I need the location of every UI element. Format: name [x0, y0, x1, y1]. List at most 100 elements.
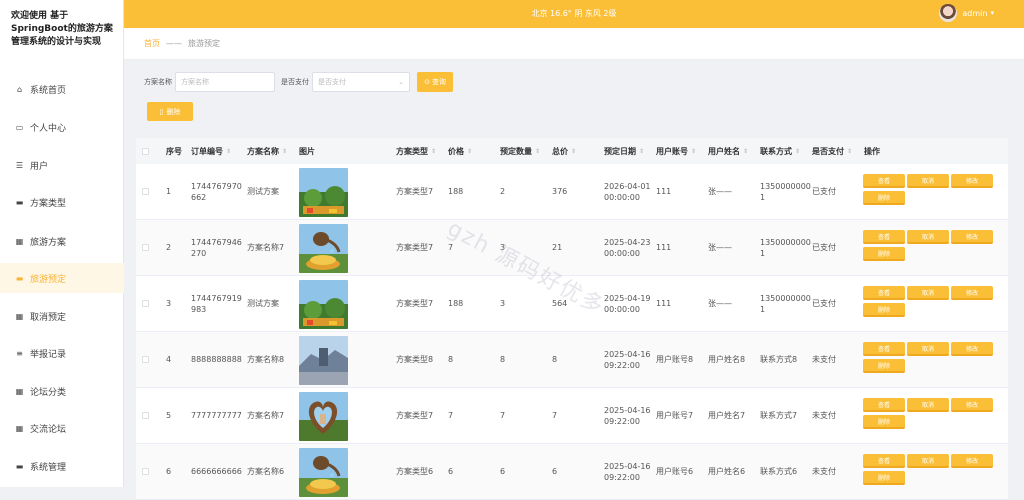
sidebar-item[interactable]: ▬ 旅游预定 [0, 263, 124, 293]
paid-select[interactable]: 是否支付 ⌄ [312, 72, 410, 92]
row-checkbox[interactable] [142, 276, 149, 331]
sidebar-item[interactable]: ☰ 用户 [0, 150, 124, 180]
edit-button[interactable]: 修改 [951, 174, 993, 188]
sidebar-item[interactable]: ▦ 论坛分类 [0, 376, 124, 406]
sort-icon[interactable]: ⇕ [226, 148, 231, 155]
cancel-button[interactable]: 取消 [907, 454, 949, 468]
sidebar-item[interactable]: ▬ 系统管理 [0, 451, 124, 481]
cell-type: 方案类型7 [396, 187, 434, 196]
user-menu[interactable]: admin ▾ [939, 4, 994, 22]
edit-button[interactable]: 修改 [951, 230, 993, 244]
sort-icon[interactable]: ⇕ [691, 148, 696, 155]
sort-icon[interactable]: ⇕ [743, 148, 748, 155]
view-button[interactable]: 查看 [863, 230, 905, 244]
view-button[interactable]: 查看 [863, 398, 905, 412]
sidebar-item[interactable]: ⌂ 系统首页 [0, 74, 124, 104]
row-image [299, 224, 348, 273]
sidebar-item-label: 交流论坛 [30, 424, 67, 435]
cell-paid: 未支付 [812, 411, 836, 420]
sidebar-item-label: 个人中心 [30, 123, 67, 134]
edit-button[interactable]: 修改 [951, 454, 993, 468]
row-image [299, 392, 348, 441]
column-header[interactable]: 用户姓名 ⇕ [708, 138, 748, 164]
column-header[interactable]: 总价 ⇕ [552, 138, 576, 164]
avatar[interactable] [939, 4, 958, 22]
cell-date: 2026-04-01 00:00:00 [604, 181, 651, 202]
view-button[interactable]: 查看 [863, 174, 905, 188]
column-header[interactable]: 价格 ⇕ [448, 138, 472, 164]
paid-filter-label: 是否支付 [281, 78, 309, 86]
cell-name: 方案名称8 [247, 355, 285, 364]
breadcrumb-home[interactable]: 首页 [144, 38, 160, 49]
view-button[interactable]: 查看 [863, 286, 905, 300]
username[interactable]: admin [962, 9, 987, 18]
cancel-button[interactable]: 取消 [907, 342, 949, 356]
search-button[interactable]: ⊙ 查询 [417, 72, 453, 92]
grid-icon: ▦ [15, 423, 24, 433]
table-row: 6 6666666666 方案名称6 方案类型6 6 6 6 2025-04-16 09:22… [136, 444, 1008, 500]
sort-icon[interactable]: ⇕ [431, 148, 436, 155]
cell-account: 用户账号7 [656, 411, 694, 420]
view-button[interactable]: 查看 [863, 454, 905, 468]
edit-button[interactable]: 修改 [951, 286, 993, 300]
cell-order: 8888888888 [191, 355, 242, 364]
column-header[interactable]: 方案类型 ⇕ [396, 138, 436, 164]
cell-qty: 8 [500, 355, 506, 364]
sort-icon[interactable]: ⇕ [639, 148, 644, 155]
row-checkbox[interactable] [142, 164, 149, 219]
delete-button[interactable]: 删除 [863, 303, 905, 317]
cell-total: 8 [552, 355, 558, 364]
row-checkbox[interactable] [142, 332, 149, 387]
chevron-down-icon[interactable]: ▾ [990, 9, 994, 17]
column-header-label: 预定日期 [604, 146, 636, 156]
column-header[interactable]: 订单编号 ⇕ [191, 138, 231, 164]
cell-date: 2025-04-16 09:22:00 [604, 405, 651, 426]
cell-qty: 3 [500, 243, 506, 252]
sidebar-item[interactable]: ▭ 个人中心 [0, 112, 124, 142]
delete-button[interactable]: 删除 [863, 471, 905, 485]
cancel-button[interactable]: 取消 [907, 230, 949, 244]
sidebar-item[interactable]: ▦ 交流论坛 [0, 413, 124, 443]
cell-account: 用户账号6 [656, 467, 694, 476]
view-button[interactable]: 查看 [863, 342, 905, 356]
sidebar-item[interactable]: ▬ 方案类型 [0, 187, 124, 217]
sort-icon[interactable]: ⇕ [467, 148, 472, 155]
sidebar-item[interactable]: ▦ 旅游方案 [0, 226, 124, 256]
sidebar: 欢迎使用 基于SpringBoot的旅游方案管理系统的设计与实现 ⌂ 系统首页 ▭ 个… [0, 0, 124, 487]
sidebar-item[interactable]: ≡ 举报记录 [0, 338, 124, 368]
sort-icon[interactable]: ⇕ [535, 148, 540, 155]
column-header[interactable]: 预定数量 ⇕ [500, 138, 540, 164]
sidebar-item[interactable]: ▦ 取消预定 [0, 301, 124, 331]
cell-uname: 用户姓名6 [708, 467, 746, 476]
bulk-delete-button[interactable]: ▯ 删除 [147, 102, 193, 121]
column-header[interactable]: 是否支付 ⇕ [812, 138, 852, 164]
cell-order: 7777777777 [191, 411, 242, 420]
name-search-input[interactable]: 方案名称 [175, 72, 275, 92]
column-header[interactable]: 联系方式 ⇕ [760, 138, 800, 164]
column-header[interactable]: 方案名称 ⇕ [247, 138, 287, 164]
row-checkbox[interactable] [142, 388, 149, 443]
cell-total: 6 [552, 467, 558, 476]
delete-button[interactable]: 删除 [863, 415, 905, 429]
sort-icon[interactable]: ⇕ [795, 148, 800, 155]
column-header[interactable]: 用户账号 ⇕ [656, 138, 696, 164]
edit-button[interactable]: 修改 [951, 398, 993, 412]
column-header[interactable]: 预定日期 ⇕ [604, 138, 644, 164]
row-checkbox[interactable] [142, 220, 149, 275]
top-bar: 北京 16.6° 阴 东风 2级 admin ▾ [124, 0, 1024, 28]
delete-button[interactable]: 删除 [863, 191, 905, 205]
cancel-button[interactable]: 取消 [907, 286, 949, 300]
sidebar-item-label: 旅游方案 [30, 237, 67, 248]
sort-icon[interactable]: ⇕ [847, 148, 852, 155]
column-header-label: 用户账号 [656, 146, 688, 156]
cancel-button[interactable]: 取消 [907, 174, 949, 188]
delete-button[interactable]: 删除 [863, 359, 905, 373]
delete-button[interactable]: 删除 [863, 247, 905, 261]
row-checkbox[interactable] [142, 444, 149, 499]
select-all-checkbox[interactable] [142, 138, 149, 164]
sort-icon[interactable]: ⇕ [282, 148, 287, 155]
cancel-button[interactable]: 取消 [907, 398, 949, 412]
edit-button[interactable]: 修改 [951, 342, 993, 356]
sort-icon[interactable]: ⇕ [571, 148, 576, 155]
column-header-label: 是否支付 [812, 146, 844, 156]
